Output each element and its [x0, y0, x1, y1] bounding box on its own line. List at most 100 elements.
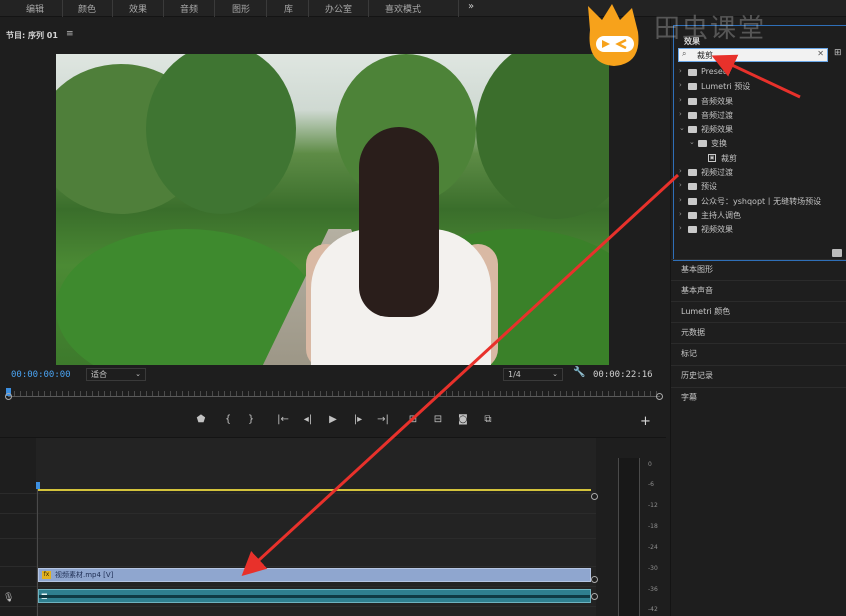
preset-folder-icon: [688, 83, 697, 91]
video-frame: [56, 54, 609, 365]
monitor-title: 节目: 序列 01: [6, 31, 58, 40]
go-to-in-icon[interactable]: |←: [275, 414, 291, 425]
search-value: 裁剪: [697, 51, 713, 60]
effects-tree-item[interactable]: ▣ 裁剪: [678, 152, 846, 166]
resolution-dropdown[interactable]: 1/4 ⌄: [503, 368, 563, 381]
meter-label: -42: [648, 606, 658, 613]
effects-tree-label: 裁剪: [721, 153, 737, 163]
wrench-icon[interactable]: 🔧: [573, 367, 585, 378]
panel-captions[interactable]: 字幕: [671, 387, 846, 408]
chevron-right-icon[interactable]: ›: [679, 167, 682, 175]
preset-folder-icon: [688, 197, 697, 205]
effects-tree-item[interactable]: ⌄ 视频效果: [678, 123, 846, 137]
panel-essential-graphics[interactable]: 基本图形: [671, 259, 846, 280]
effects-tree-label: 视频过渡: [701, 168, 733, 178]
out-point-icon[interactable]: }: [243, 414, 259, 425]
preset-folder-icon: [688, 69, 697, 76]
clear-search-icon[interactable]: ✕: [817, 49, 824, 58]
comparison-icon[interactable]: ⧉: [480, 414, 496, 425]
step-forward-icon[interactable]: |▸: [350, 414, 366, 425]
workspace-tab-graphics[interactable]: 图形: [232, 2, 250, 15]
workspace-tab-favorite[interactable]: 喜欢模式: [385, 2, 421, 15]
meter-label: -6: [648, 481, 654, 488]
chevron-right-icon[interactable]: ›: [679, 67, 682, 75]
watermark-text: 田虫课堂: [654, 14, 767, 44]
microphone-icon[interactable]: 🎙: [3, 593, 14, 603]
panel-lumetri-color[interactable]: Lumetri 颜色: [671, 301, 846, 322]
camera-icon[interactable]: ◙: [455, 414, 471, 425]
ruler-end-handle[interactable]: [656, 393, 663, 400]
chevron-right-icon[interactable]: ›: [679, 81, 682, 89]
audio-clip[interactable]: ■: [38, 589, 591, 603]
effects-tree-label: 音频过渡: [701, 110, 733, 120]
effects-tree-item[interactable]: › 主持人调色: [678, 209, 846, 223]
effects-tree-label: Lumetri 预设: [701, 82, 751, 92]
workspace-tab-edit[interactable]: 编辑: [26, 2, 44, 15]
chevron-right-icon[interactable]: ›: [679, 96, 682, 104]
effects-tree-item[interactable]: › 音频过渡: [678, 109, 846, 123]
effects-tree-item[interactable]: › 视频效果: [678, 223, 846, 237]
fx-badge-icon: fx: [42, 571, 51, 579]
workspace-tab-office[interactable]: 办公室: [325, 2, 352, 15]
fit-dropdown[interactable]: 适合 ⌄: [86, 368, 146, 381]
effects-tree-item[interactable]: › Presets: [678, 66, 846, 80]
effects-tree-item[interactable]: ⌄ 变换: [678, 137, 846, 151]
panel-essential-sound[interactable]: 基本声音: [671, 280, 846, 301]
effects-tree-label: 视频效果: [701, 225, 733, 235]
video-clip[interactable]: fx 视频素材.mp4 [V]: [38, 568, 591, 582]
chevron-right-icon[interactable]: ›: [679, 224, 682, 232]
current-timecode[interactable]: 00:00:00:00: [11, 370, 71, 380]
meter-label: -18: [648, 523, 658, 530]
effects-tree-item[interactable]: › 音频效果: [678, 95, 846, 109]
audio-clip-end-handle[interactable]: [591, 593, 598, 600]
video-clip-end-handle[interactable]: [591, 576, 598, 583]
workspace-tab-color[interactable]: 颜色: [78, 2, 96, 15]
chevron-down-icon[interactable]: ⌄: [679, 124, 685, 132]
chevron-right-icon[interactable]: ›: [679, 196, 682, 204]
step-back-icon[interactable]: ◂|: [300, 414, 316, 425]
chevron-right-icon[interactable]: ›: [679, 181, 682, 189]
chevron-down-icon: ⌄: [135, 370, 141, 378]
workspace-tab-audio[interactable]: 音频: [180, 2, 198, 15]
effects-tree-label: 预设: [701, 182, 717, 192]
play-icon[interactable]: ▶: [325, 414, 341, 425]
chevron-down-icon[interactable]: ⌄: [689, 138, 695, 146]
timeline-end-handle[interactable]: [591, 493, 598, 500]
effects-panel: 效果 ⌕ 裁剪 ✕ ⊞ › Presets › Lumetri 预设 › 音频效果 › 音频过…: [673, 25, 846, 261]
folder-icon: [688, 111, 697, 119]
go-to-out-icon[interactable]: →|: [375, 414, 391, 425]
effects-tree-item[interactable]: › 视频过渡: [678, 166, 846, 180]
panel-history[interactable]: 历史记录: [671, 365, 846, 386]
effects-tree-item[interactable]: › 公众号：yshqopt丨无缝转场预设: [678, 195, 846, 209]
insert-icon[interactable]: ⊞: [405, 414, 421, 425]
folder-icon: [688, 226, 697, 234]
new-custom-bin-icon[interactable]: ⊞: [834, 48, 842, 58]
chevron-right-icon[interactable]: ›: [679, 110, 682, 118]
ruler-start-handle[interactable]: [5, 393, 12, 400]
effects-tree: › Presets › Lumetri 预设 › 音频效果 › 音频过渡 ⌄ 视频效果 ⌄ 变换 ▣ 裁剪…: [678, 66, 846, 238]
in-point-icon[interactable]: {: [220, 414, 236, 425]
effects-search-input[interactable]: ⌕ 裁剪 ✕: [678, 48, 828, 62]
timeline-playhead[interactable]: [36, 482, 40, 489]
marker-icon[interactable]: ⬟: [193, 414, 209, 425]
monitor-time-ruler[interactable]: [5, 387, 663, 401]
effects-tree-item[interactable]: › Lumetri 预设: [678, 80, 846, 94]
workspace-tab-library[interactable]: 库: [284, 2, 293, 15]
effects-tree-label: Presets: [701, 67, 731, 76]
meter-label: 0: [648, 461, 652, 468]
panel-metadata[interactable]: 元数据: [671, 322, 846, 343]
fit-value: 适合: [91, 370, 107, 379]
panel-markers[interactable]: 标记: [671, 343, 846, 364]
hamburger-menu-icon[interactable]: ≡: [66, 29, 74, 39]
effects-tree-item[interactable]: › 预设: [678, 180, 846, 194]
workspace-tab-effects[interactable]: 效果: [129, 2, 147, 15]
work-area-bar[interactable]: [38, 489, 591, 491]
overwrite-icon[interactable]: ⊟: [430, 414, 446, 425]
new-folder-icon[interactable]: [832, 249, 842, 257]
video-clip-name: 视频素材.mp4 [V]: [55, 571, 114, 579]
audio-meter: [618, 458, 640, 616]
meter-label: -30: [648, 565, 658, 572]
add-button-icon[interactable]: +: [640, 414, 651, 429]
chevron-right-icon[interactable]: ›: [679, 210, 682, 218]
chevron-double-right-icon[interactable]: »: [468, 1, 474, 12]
